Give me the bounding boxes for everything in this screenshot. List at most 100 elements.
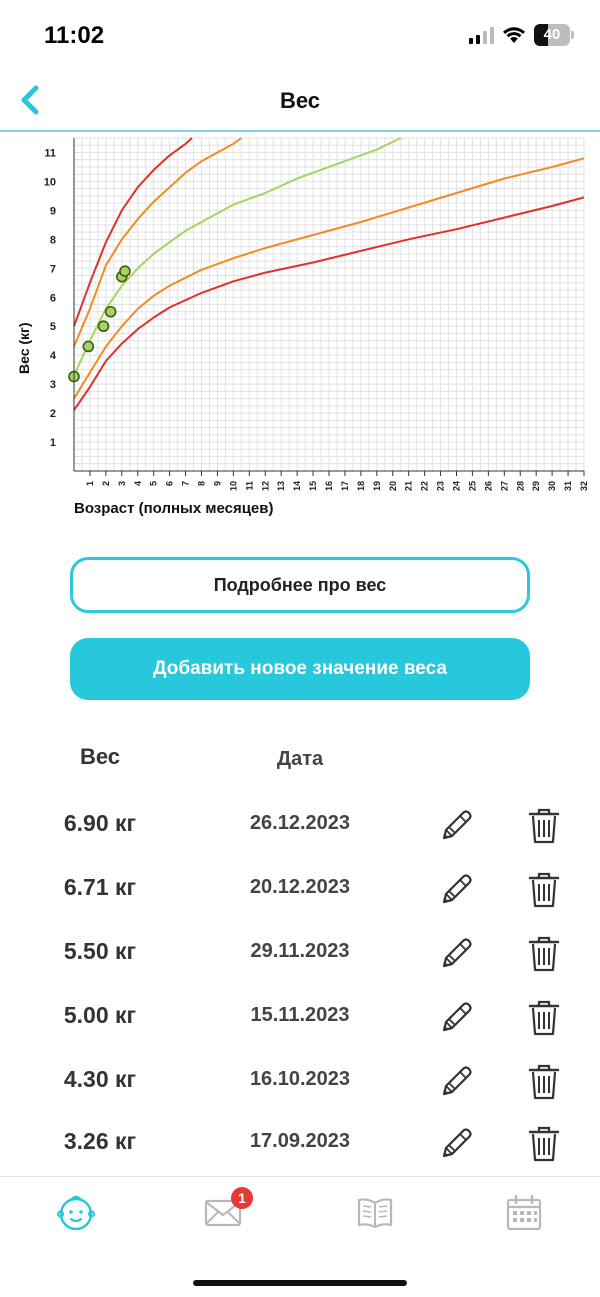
x-tick-label: 10 [228,481,238,491]
y-tick-label: 1 [50,437,56,449]
x-tick-label: 2 [101,481,111,486]
x-tick-label: 20 [388,481,398,491]
table-header-date: Дата [276,748,324,770]
trash-icon [528,1126,560,1162]
delete-button[interactable] [526,998,562,1038]
weight-details-button[interactable]: Подробнее про вес [70,557,530,613]
edit-button[interactable] [436,1124,476,1164]
x-tick-label: 24 [452,481,462,491]
edit-button[interactable] [436,806,476,846]
edit-button[interactable] [436,934,476,974]
x-tick-label: 29 [531,481,541,491]
x-tick-label: 19 [372,481,382,491]
x-tick-label: 5 [149,481,159,486]
x-tick-label: 25 [467,481,477,491]
delete-button[interactable] [526,1124,562,1164]
row-weight: 4.30 кг [63,1066,137,1092]
y-tick-label: 2 [50,408,56,420]
cellular-signal-icon [469,26,494,44]
book-icon [357,1198,393,1229]
edit-button[interactable] [436,998,476,1038]
battery-icon: 40 [534,24,574,46]
x-tick-label: 4 [133,481,143,486]
x-tick-label: 28 [515,481,525,491]
wifi-icon [503,27,525,43]
row-date: 16.10.2023 [249,1068,351,1090]
trash-icon [528,1064,560,1100]
x-tick-label: 16 [324,481,334,491]
pencil-icon [442,938,472,968]
x-tick-label: 30 [547,481,557,491]
delete-button[interactable] [526,934,562,974]
y-tick-label: 11 [44,147,56,159]
battery-level-text: 40 [543,26,561,43]
chart-axes: 12345678910111 2 3 4 5 6 7 8 9 10 11 12 13 14 15 16 17 18… [44,138,589,491]
x-tick-label: 32 [579,481,589,491]
tab-calendar[interactable] [494,1191,554,1235]
x-tick-label: 13 [276,481,286,491]
row-weight: 6.71 кг [63,874,137,900]
pencil-icon [442,874,472,904]
y-tick-label: 5 [50,321,56,333]
delete-button[interactable] [526,870,562,910]
delete-button[interactable] [526,1062,562,1102]
y-tick-label: 4 [50,350,57,362]
tab-messages[interactable]: 1 [193,1187,253,1235]
home-indicator [193,1280,407,1286]
x-tick-label: 18 [356,481,366,491]
row-weight: 6.90 кг [63,810,137,836]
edit-button[interactable] [436,1062,476,1102]
delete-button[interactable] [526,806,562,846]
status-time: 11:02 [44,22,105,49]
status-bar: 11:02 40 [0,0,600,70]
pencil-icon [442,810,472,840]
x-tick-label: 8 [197,481,207,486]
pencil-icon [442,1002,472,1032]
y-tick-label: 6 [50,292,56,304]
x-tick-label: 1 [85,481,95,486]
row-date: 26.12.2023 [249,812,351,834]
status-icons: 40 [469,24,574,46]
tab-baby[interactable] [46,1191,106,1235]
x-tick-label: 12 [260,481,270,491]
table-row: 5.00 кг 15.11.2023 [0,986,600,1050]
table-header-weight: Вес [79,744,121,769]
pencil-icon [442,1128,472,1158]
row-date: 20.12.2023 [249,876,351,898]
nav-header: Вес [0,70,600,132]
y-tick-label: 10 [44,176,56,188]
table-row: 3.26 кг 17.09.2023 [0,1112,600,1176]
table-row: 5.50 кг 29.11.2023 [0,922,600,986]
row-weight: 5.00 кг [63,1002,137,1028]
measurement-point [97,320,110,333]
row-weight: 3.26 кг [63,1128,137,1154]
trash-icon [528,808,560,844]
y-tick-label: 7 [50,263,56,275]
x-tick-label: 6 [165,481,175,486]
trash-icon [528,1000,560,1036]
measurement-point [82,340,95,353]
baby-face-icon [57,1195,95,1231]
x-tick-label: 15 [308,481,318,491]
weight-chart-svg: 12345678910111 2 3 4 5 6 7 8 9 10 11 12 13 14 15 16 17 18… [44,137,589,491]
x-tick-label: 22 [420,481,430,491]
messages-badge: 1 [231,1187,253,1209]
add-weight-button[interactable]: Добавить новое значение веса [70,638,530,700]
x-tick-label: 31 [563,481,573,491]
trash-icon [528,936,560,972]
y-tick-label: 8 [50,234,56,246]
y-tick-label: 3 [50,379,56,391]
edit-button[interactable] [436,870,476,910]
x-tick-label: 26 [483,481,493,491]
page-title: Вес [279,88,321,113]
tab-articles[interactable] [345,1191,405,1235]
measurement-point [104,305,117,318]
weight-growth-chart: 1 2 3 4 5 6 7 8 9 10 11 1 2 3 4 5 6 7 8 9 10 11 12 13 14 15 16 17 18… [0,134,600,534]
row-date: 29.11.2023 [250,940,350,962]
row-weight: 5.50 кг [63,938,137,964]
x-tick-label: 9 [212,481,222,486]
y-axis-label: Вес (кг) [16,322,32,374]
x-tick-label: 3 [117,481,127,486]
calendar-icon [506,1194,542,1231]
chart-grid [73,137,585,472]
